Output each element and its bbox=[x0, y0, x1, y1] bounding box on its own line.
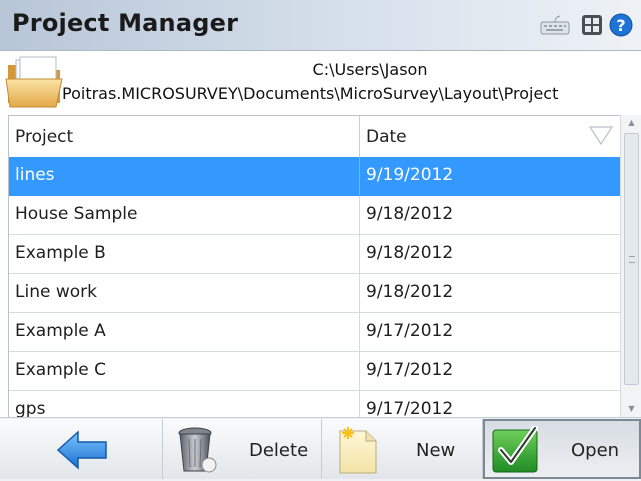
project-name: Example C bbox=[15, 360, 107, 380]
new-document-icon bbox=[336, 425, 380, 479]
checkmark-icon bbox=[491, 425, 541, 478]
project-name: House Sample bbox=[15, 204, 138, 224]
delete-button[interactable]: Delete bbox=[163, 419, 322, 479]
folder-icon[interactable] bbox=[4, 55, 68, 115]
table-header: Project Date bbox=[9, 116, 621, 158]
project-date: 9/19/2012 bbox=[366, 165, 454, 185]
grip-icon bbox=[629, 256, 635, 263]
path-line-2: Poitras.MICROSURVEY\Documents\MicroSurve… bbox=[62, 84, 559, 103]
scroll-down-arrow-icon[interactable]: ▼ bbox=[621, 401, 641, 417]
back-button[interactable] bbox=[0, 419, 163, 479]
svg-text:?: ? bbox=[616, 16, 625, 35]
cell-divider bbox=[359, 313, 360, 351]
delete-label: Delete bbox=[249, 440, 309, 461]
column-header-project[interactable]: Project bbox=[15, 127, 73, 147]
open-label: Open bbox=[571, 440, 620, 461]
table-row-lines[interactable]: lines 9/19/2012 bbox=[9, 157, 621, 196]
path-line-1: C:\Users\Jason bbox=[312, 60, 428, 79]
project-date: 9/17/2012 bbox=[366, 360, 454, 380]
table-row-gps[interactable]: gps 9/17/2012 bbox=[9, 391, 621, 419]
cell-divider bbox=[359, 352, 360, 390]
vertical-scrollbar[interactable]: ▲ ▼ bbox=[620, 115, 641, 417]
project-date: 9/18/2012 bbox=[366, 282, 454, 302]
table-row-line-work[interactable]: Line work 9/18/2012 bbox=[9, 274, 621, 313]
project-name: Example B bbox=[15, 243, 106, 263]
help-icon[interactable]: ? bbox=[609, 13, 633, 41]
cell-divider bbox=[359, 391, 360, 418]
window-title: Project Manager bbox=[12, 9, 239, 37]
table-row-house-sample[interactable]: House Sample 9/18/2012 bbox=[9, 196, 621, 235]
table-row-example-a[interactable]: Example A 9/17/2012 bbox=[9, 313, 621, 352]
column-divider[interactable] bbox=[359, 116, 360, 157]
cell-divider bbox=[359, 196, 360, 234]
new-button[interactable]: New bbox=[322, 419, 483, 479]
scroll-up-arrow-icon[interactable]: ▲ bbox=[621, 115, 641, 131]
project-date: 9/18/2012 bbox=[366, 243, 454, 263]
cell-divider bbox=[359, 157, 360, 195]
project-date: 9/17/2012 bbox=[366, 321, 454, 341]
scrollbar-thumb[interactable] bbox=[624, 133, 639, 385]
title-bar: Project Manager ? bbox=[0, 0, 641, 51]
table-row-example-c[interactable]: Example C 9/17/2012 bbox=[9, 352, 621, 391]
project-path-area: C:\Users\Jason Poitras.MICROSURVEY\Docum… bbox=[0, 51, 641, 113]
project-name: Example A bbox=[15, 321, 106, 341]
keyboard-icon[interactable] bbox=[540, 14, 570, 40]
open-button[interactable]: Open bbox=[483, 419, 641, 479]
column-header-date[interactable]: Date bbox=[366, 127, 407, 147]
project-date: 9/18/2012 bbox=[366, 204, 454, 224]
windows-icon[interactable] bbox=[582, 15, 602, 39]
sort-descending-icon bbox=[588, 124, 614, 150]
cell-divider bbox=[359, 235, 360, 273]
project-name: gps bbox=[15, 399, 46, 419]
table-row-example-b[interactable]: Example B 9/18/2012 bbox=[9, 235, 621, 274]
project-name: lines bbox=[15, 165, 55, 185]
back-arrow-icon bbox=[56, 430, 108, 474]
bottom-toolbar: Delete New Open bbox=[0, 417, 641, 481]
project-table: Project Date lines 9/19/2012 House Sampl… bbox=[8, 115, 621, 419]
cell-divider bbox=[359, 274, 360, 312]
trash-can-icon bbox=[175, 425, 219, 479]
new-label: New bbox=[416, 440, 456, 461]
project-date: 9/17/2012 bbox=[366, 399, 454, 419]
project-name: Line work bbox=[15, 282, 97, 302]
